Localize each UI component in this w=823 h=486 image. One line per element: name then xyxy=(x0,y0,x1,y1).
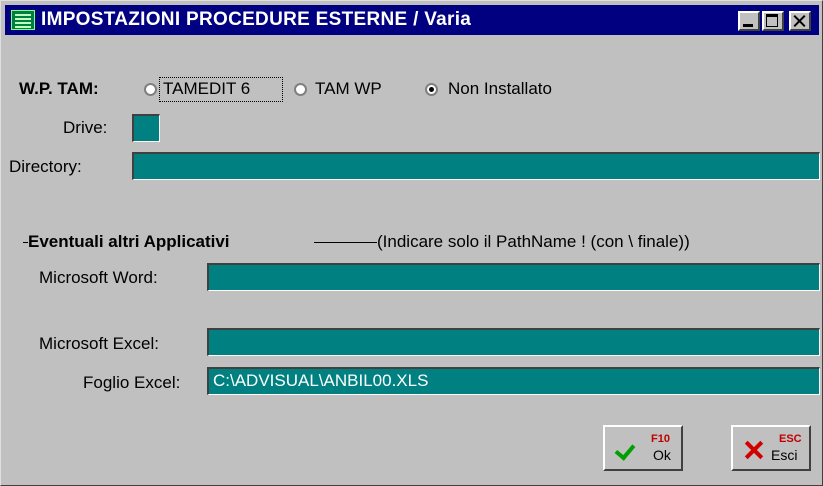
excel-label: Microsoft Excel: xyxy=(39,334,159,353)
ok-button[interactable]: F10 Ok xyxy=(603,425,683,471)
window-title: IMPOSTAZIONI PROCEDURE ESTERNE / Varia xyxy=(41,9,472,30)
minimize-button[interactable] xyxy=(738,11,760,31)
radio-tam-wp-label[interactable]: TAM WP xyxy=(315,79,382,99)
radio-non-installato[interactable] xyxy=(425,83,438,96)
app-grid-icon xyxy=(11,10,35,30)
section-heading: Eventuali altri Applicativi xyxy=(28,232,230,251)
checkmark-icon xyxy=(614,439,636,461)
close-button[interactable] xyxy=(789,11,811,31)
foglio-label: Foglio Excel: xyxy=(83,373,181,392)
title-bar[interactable]: IMPOSTAZIONI PROCEDURE ESTERNE / Varia xyxy=(5,5,819,35)
ok-shortcut: F10 xyxy=(651,433,670,445)
esci-shortcut: ESC xyxy=(779,433,802,445)
x-icon xyxy=(743,439,763,459)
drive-field[interactable] xyxy=(132,114,160,142)
foglio-path-field[interactable]: C:\ADVISUAL\ANBIL00.XLS xyxy=(207,367,820,395)
dialog-window: IMPOSTAZIONI PROCEDURE ESTERNE / Varia W… xyxy=(0,0,823,486)
section-rule-mid xyxy=(314,242,377,243)
section-hint: (Indicare solo il PathName ! (con \ fina… xyxy=(377,232,690,251)
radio-non-installato-label[interactable]: Non Installato xyxy=(448,79,552,99)
drive-label: Drive: xyxy=(63,118,108,137)
word-path-field[interactable] xyxy=(207,263,820,291)
word-label: Microsoft Word: xyxy=(39,268,158,287)
esci-label: Esci xyxy=(771,447,798,463)
directory-field[interactable] xyxy=(132,152,820,180)
radio-tam-wp[interactable] xyxy=(294,83,307,96)
radio-tamedit[interactable] xyxy=(144,83,157,96)
ok-label: Ok xyxy=(653,447,671,463)
maximize-button[interactable] xyxy=(762,11,784,31)
esci-button[interactable]: ESC Esci xyxy=(731,425,811,471)
radio-tamedit-label[interactable]: TAMEDIT 6 xyxy=(163,79,250,99)
directory-label: Directory: xyxy=(9,157,82,176)
excel-path-field[interactable] xyxy=(207,328,820,356)
wp-tam-label: W.P. TAM: xyxy=(19,79,99,98)
